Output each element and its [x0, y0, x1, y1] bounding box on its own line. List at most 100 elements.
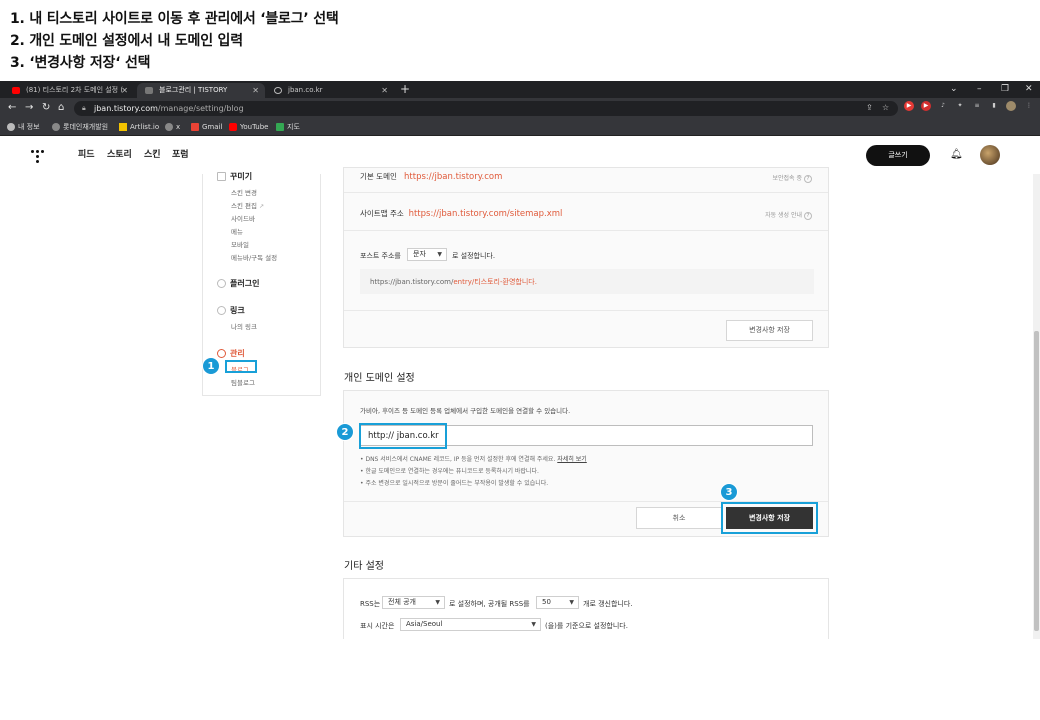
divider: [344, 192, 828, 193]
close-tab-icon[interactable]: ✕: [381, 83, 388, 98]
details-link[interactable]: 자세히 보기: [557, 456, 587, 463]
avatar[interactable]: [980, 145, 1000, 165]
rss-count-select[interactable]: 50 ▼: [536, 596, 579, 609]
other-settings-panel: RSS는 전체 공개 ▼ 로 설정하며, 공개될 RSS를 50 ▼ 개로 갱신합니…: [343, 578, 829, 639]
default-domain-row: 기본 도메인 https://jban.tistory.com: [360, 172, 503, 182]
sidebar-item-sidebar[interactable]: 사이드바: [231, 213, 255, 223]
hint-dns: • DNS 서비스에서 CNAME 레코드, IP 등을 먼저 설정한 후에 연…: [360, 456, 587, 463]
forward-icon[interactable]: →: [25, 101, 33, 115]
bookmarks-bar: 내 정보 롯데인재개발원 Artlist.io x Gmail YouTube …: [0, 118, 1040, 136]
bookmark-item[interactable]: x: [165, 121, 180, 133]
sidebar-item-skin-edit[interactable]: 스킨 편집 ↗: [231, 200, 264, 210]
link-icon: [217, 306, 226, 315]
sitemap-note: 자동 생성 안내?: [765, 210, 812, 220]
bookmark-item[interactable]: 지도: [276, 121, 300, 133]
restore-icon[interactable]: ❐: [1001, 82, 1009, 97]
close-tab-icon[interactable]: ✕: [252, 83, 259, 98]
notification-bell-icon[interactable]: 🔔︎: [950, 149, 963, 160]
address-url: jban.tistory.com/manage/setting/blog: [94, 104, 244, 113]
rss-mid: 로 설정하며, 공개될 RSS를: [449, 600, 530, 608]
timezone-select[interactable]: Asia/Seoul ▼: [400, 618, 541, 631]
globe-icon: [52, 123, 60, 131]
nav-forum[interactable]: 포럼: [172, 149, 189, 161]
post-address-example-box: https://jban.tistory.com/entry/티스토리-환영합니…: [360, 269, 814, 294]
profile-avatar-icon[interactable]: [1006, 101, 1016, 111]
extension-audio-icon[interactable]: ♪: [938, 101, 948, 111]
bookmark-item[interactable]: 내 정보: [7, 121, 40, 133]
sidebar-item-menu[interactable]: 메뉴: [231, 226, 243, 236]
tab-strip: (81) 티스토리 2차 도메인 설정 ( ✕ 블로그관리 | TISTORY …: [0, 81, 1040, 98]
reading-list-icon[interactable]: ≡: [972, 101, 982, 111]
nav-feed[interactable]: 피드: [78, 149, 95, 161]
bookmark-item[interactable]: 롯데인재개발원: [52, 121, 108, 133]
sidebar-item-menubar[interactable]: 메뉴바/구독 설정: [231, 252, 277, 262]
chevron-down-icon: ▼: [531, 621, 536, 628]
nav-story[interactable]: 스토리: [107, 149, 132, 161]
rss-prefix: RSS는: [360, 600, 381, 608]
sidebar-item-team-blog[interactable]: 팀블로그: [231, 377, 255, 387]
share-icon[interactable]: ⇪: [866, 103, 873, 112]
cancel-button[interactable]: 취소: [636, 507, 722, 529]
extensions-puzzle-icon[interactable]: ✦: [955, 101, 965, 111]
bookmark-star-icon[interactable]: ☆: [882, 103, 889, 112]
sidebar-group-link[interactable]: 링크: [217, 305, 245, 316]
back-icon[interactable]: ←: [8, 101, 16, 115]
sidebar-item-my-link[interactable]: 나의 링크: [231, 321, 257, 331]
hint-traffic: • 주소 변경으로 일시적으로 방문이 줄어드는 부작용이 발생할 수 있습니다…: [360, 480, 549, 487]
bookmark-item[interactable]: YouTube: [229, 121, 268, 133]
help-icon[interactable]: ?: [804, 175, 812, 183]
instruction-list: 1. 내 티스토리 사이트로 이동 후 관리에서 ‘블로그’ 선택 2. 개인 …: [10, 8, 339, 74]
youtube-icon: [229, 123, 237, 131]
manage-sidebar: 꾸미기 스킨 변경 스킨 편집 ↗ 사이드바 메뉴 모바일 메뉴바/구독 설정 …: [202, 171, 321, 396]
sidebar-group-plugin[interactable]: 플러그인: [217, 278, 259, 289]
sidebar-item-skin-change[interactable]: 스킨 변경: [231, 187, 257, 197]
rss-visibility-select[interactable]: 전체 공개 ▼: [382, 596, 445, 609]
sidebar-item-mobile[interactable]: 모바일: [231, 239, 249, 249]
scrollbar-thumb[interactable]: [1034, 331, 1039, 631]
tab-youtube[interactable]: (81) 티스토리 2차 도메인 설정 ( ✕: [4, 83, 134, 98]
extension-youtube-icon[interactable]: ▶: [921, 101, 931, 111]
custom-domain-desc: 가비아, 후이즈 등 도메인 등록 업체에서 구입한 도메인을 연결할 수 있습…: [360, 407, 571, 415]
tab-search-icon[interactable]: ⌄: [950, 82, 958, 97]
tab-jban[interactable]: jban.co.kr ✕: [266, 83, 394, 98]
side-panel-icon[interactable]: ▮: [989, 101, 999, 111]
bookmark-item[interactable]: Gmail: [191, 121, 222, 133]
other-settings-title: 기타 설정: [344, 561, 384, 572]
custom-domain-title: 개인 도메인 설정: [344, 373, 415, 384]
timezone-suffix: (을)를 기준으로 설정합니다.: [545, 622, 628, 630]
heart-icon: [217, 279, 226, 288]
close-window-icon[interactable]: ✕: [1025, 82, 1033, 97]
sidebar-group-manage[interactable]: 관리: [217, 348, 245, 359]
help-icon[interactable]: ?: [804, 212, 812, 220]
post-address-suffix: 로 설정합니다.: [452, 252, 496, 260]
brush-icon: [217, 172, 226, 181]
chevron-down-icon: ▼: [435, 599, 440, 606]
address-bar[interactable]: 🔒︎ jban.tistory.com/manage/setting/blog …: [74, 101, 898, 116]
new-tab-icon[interactable]: +: [400, 82, 410, 97]
tab-tistory-manage[interactable]: 블로그관리 | TISTORY ✕: [137, 83, 265, 98]
highlight-save-button: [721, 502, 818, 534]
chevron-down-icon: ▼: [437, 251, 442, 258]
gear-icon: [217, 349, 226, 358]
home-icon[interactable]: ⌂: [58, 101, 64, 115]
blog-settings-panel: 기본 도메인 https://jban.tistory.com 보안접속 중? …: [343, 167, 829, 348]
extension-record-icon[interactable]: ▶: [904, 101, 914, 111]
browser-window: (81) 티스토리 2차 도메인 설정 ( ✕ 블로그관리 | TISTORY …: [0, 81, 1040, 639]
nav-skin[interactable]: 스킨: [144, 149, 161, 161]
close-tab-icon[interactable]: ✕: [121, 83, 128, 98]
sidebar-group-customize[interactable]: 꾸미기: [217, 171, 252, 182]
write-post-button[interactable]: 글쓰기: [866, 145, 930, 166]
menu-kebab-icon[interactable]: ⋮: [1024, 101, 1034, 111]
bookmark-item[interactable]: Artlist.io: [119, 121, 159, 133]
minimize-icon[interactable]: –: [977, 82, 982, 97]
globe-icon: [274, 87, 282, 94]
highlight-domain-input: [359, 423, 447, 449]
reload-icon[interactable]: ↻: [42, 101, 50, 115]
tistory-logo-icon[interactable]: [31, 150, 45, 164]
post-address-example: https://jban.tistory.com/entry/티스토리-환영합니…: [370, 278, 537, 286]
post-address-select[interactable]: 문자 ▼: [407, 248, 447, 261]
save-changes-button[interactable]: 변경사항 저장: [726, 320, 813, 341]
step-badge-2: 2: [336, 423, 354, 441]
timezone-prefix: 표시 시간은: [360, 622, 395, 630]
divider: [344, 310, 828, 311]
